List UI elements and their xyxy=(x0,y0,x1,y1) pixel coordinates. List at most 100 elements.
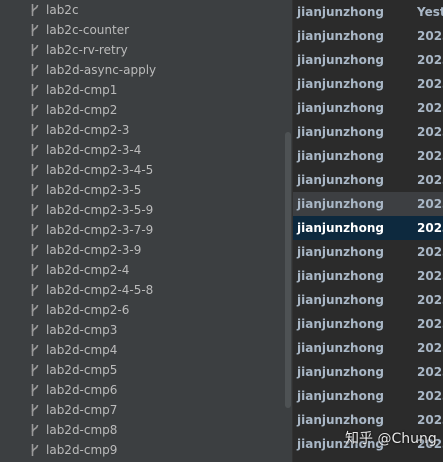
commit-date: 2023 xyxy=(417,53,443,67)
git-branch-icon xyxy=(31,84,39,96)
commit-date: 2023 xyxy=(417,365,443,379)
branch-label: lab2d-cmp2-4-5-8 xyxy=(46,283,154,297)
branch-label: lab2d-cmp5 xyxy=(46,363,118,377)
watermark: 知乎 @Chung xyxy=(345,431,437,447)
git-branch-icon xyxy=(31,244,39,256)
commit-author: jianjunzhong xyxy=(297,149,384,163)
git-branch-icon xyxy=(31,144,39,156)
commit-author: jianjunzhong xyxy=(297,29,384,43)
commit-date: 2023 xyxy=(417,125,443,139)
branch-label: lab2c-rv-retry xyxy=(46,43,128,57)
branch-item[interactable]: lab2d-cmp8 xyxy=(0,420,284,440)
commit-row[interactable]: jianjunzhong 2023 xyxy=(293,264,443,288)
branch-item[interactable]: lab2d-cmp2-3-9 xyxy=(0,240,284,260)
branch-item[interactable]: lab2d-cmp2-6 xyxy=(0,300,284,320)
branch-item[interactable]: lab2d-cmp9 xyxy=(0,440,284,460)
commit-author: jianjunzhong xyxy=(297,389,384,403)
branch-label: lab2d-cmp2-3-7-9 xyxy=(46,223,154,237)
branch-item[interactable]: lab2d-cmp7 xyxy=(0,400,284,420)
branch-item[interactable]: lab2d-cmp2-3-4 xyxy=(0,140,284,160)
git-branch-icon xyxy=(31,284,39,296)
git-branch-icon xyxy=(31,264,39,276)
branch-label: lab2d-cmp8 xyxy=(46,423,118,437)
commit-author: jianjunzhong xyxy=(297,53,384,67)
branch-item[interactable]: lab2d-cmp2-3 xyxy=(0,120,284,140)
branch-item[interactable]: lab2c-counter xyxy=(0,20,284,40)
git-branch-icon xyxy=(31,104,39,116)
commit-row[interactable]: jianjunzhong 2023 xyxy=(293,72,443,96)
commit-date: 2023 xyxy=(417,293,443,307)
git-branch-icon xyxy=(31,384,39,396)
commit-date: 2023 xyxy=(417,197,443,211)
branch-item[interactable]: lab2d-async-apply xyxy=(0,60,284,80)
commit-author: jianjunzhong xyxy=(297,317,384,331)
branch-label: lab2c xyxy=(46,3,79,17)
commit-date: 2023 xyxy=(417,269,443,283)
commit-list: jianjunzhongYesterday jianjunzhong 2023 jia… xyxy=(293,0,443,462)
branch-label: lab2d-cmp3 xyxy=(46,323,118,337)
commit-date: 2023 xyxy=(417,77,443,91)
branch-scrollbar-thumb[interactable] xyxy=(285,132,291,408)
commit-row[interactable]: jianjunzhong Yesterday xyxy=(293,0,443,24)
commit-author: jianjunzhong xyxy=(297,197,384,211)
commit-row[interactable]: jianjunzhong 2023 xyxy=(293,168,443,192)
git-branch-icon xyxy=(31,444,39,456)
branch-item[interactable]: lab2d-cmp2-4 xyxy=(0,260,284,280)
branch-label: lab2d-cmp4 xyxy=(46,343,118,357)
commit-row[interactable]: jianjunzhong 2023 xyxy=(293,288,443,312)
commit-row[interactable]: jianjunzhong 2023 xyxy=(293,96,443,120)
branch-label: lab2d-cmp1 xyxy=(46,83,118,97)
branch-item[interactable]: lab2d-cmp5 xyxy=(0,360,284,380)
branch-item[interactable]: lab2d-cmp1 xyxy=(0,80,284,100)
branch-item[interactable]: lab2d-cmp6 xyxy=(0,380,284,400)
commit-author: jianjunzhong xyxy=(297,77,384,91)
branch-item[interactable]: lab2c-rv-retry xyxy=(0,40,284,60)
branch-label: lab2d-cmp2-3 xyxy=(46,123,130,137)
branch-item[interactable]: lab2c xyxy=(0,0,284,20)
commit-date: 2023 xyxy=(417,221,443,235)
commit-author: jianjunzhong xyxy=(297,293,384,307)
branch-item[interactable]: lab2d-cmp4 xyxy=(0,340,284,360)
commit-date: 2023 xyxy=(417,173,443,187)
commit-author: jianjunzhong xyxy=(297,173,384,187)
commit-row[interactable]: jianjunzhong 2023 xyxy=(293,240,443,264)
branch-label: lab2d-cmp2-3-4 xyxy=(46,143,142,157)
commit-author: jianjunzhong xyxy=(297,221,384,235)
branch-item[interactable]: lab2d-cmp2-4-5-8 xyxy=(0,280,284,300)
commit-row[interactable]: jianjunzhong 2023 xyxy=(293,144,443,168)
commit-author: jianjunzhong xyxy=(297,245,384,259)
commit-author: jianjunzhong xyxy=(297,341,384,355)
branch-list: lab2c lab2c-counter lab2c-rv-retry lab2d-as… xyxy=(0,0,292,462)
commit-row[interactable]: jianjunzhong 2023 xyxy=(293,192,443,216)
commit-row[interactable]: jianjunzhong 2023 xyxy=(293,24,443,48)
commit-row[interactable]: jianjunzhong 2023 xyxy=(293,312,443,336)
commit-row[interactable]: jianjunzhong 2023 xyxy=(293,120,443,144)
commit-author: jianjunzhong xyxy=(297,269,384,283)
commit-row[interactable]: jianjunzhong 2023 xyxy=(293,384,443,408)
git-branch-icon xyxy=(31,124,39,136)
branch-item[interactable]: lab2d-cmp2-3-5-9 xyxy=(0,200,284,220)
branch-item[interactable]: lab2d-cmp2 xyxy=(0,100,284,120)
commit-author: jianjunzhong xyxy=(297,125,384,139)
git-branch-icon xyxy=(31,204,39,216)
commit-date: 2023 xyxy=(417,29,443,43)
branch-label: lab2d-cmp2-6 xyxy=(46,303,130,317)
git-branch-icon xyxy=(31,304,39,316)
branch-label: lab2d-cmp9 xyxy=(46,443,118,457)
commit-date: 2023 xyxy=(417,149,443,163)
branch-label: lab2d-cmp6 xyxy=(46,383,118,397)
commit-date: 2023 xyxy=(417,389,443,403)
branch-item[interactable]: lab2d-cmp3 xyxy=(0,320,284,340)
branch-item[interactable]: lab2d-cmp2-3-7-9 xyxy=(0,220,284,240)
branch-label: lab2d-async-apply xyxy=(46,63,157,77)
branch-label: lab2d-cmp2-3-5 xyxy=(46,183,142,197)
commit-row[interactable]: jianjunzhong 2023 xyxy=(293,48,443,72)
commit-author: jianjunzhong xyxy=(297,101,384,115)
git-branch-icon xyxy=(31,24,39,36)
branch-item[interactable]: lab2d-cmp2-3-4-5 xyxy=(0,160,284,180)
commit-row[interactable]: jianjunzhong 2023 xyxy=(293,336,443,360)
git-branch-icon xyxy=(31,4,39,16)
commit-row[interactable]: jianjunzhong 2023 xyxy=(293,216,443,240)
branch-item[interactable]: lab2d-cmp2-3-5 xyxy=(0,180,284,200)
commit-row[interactable]: jianjunzhong 2023 xyxy=(293,360,443,384)
